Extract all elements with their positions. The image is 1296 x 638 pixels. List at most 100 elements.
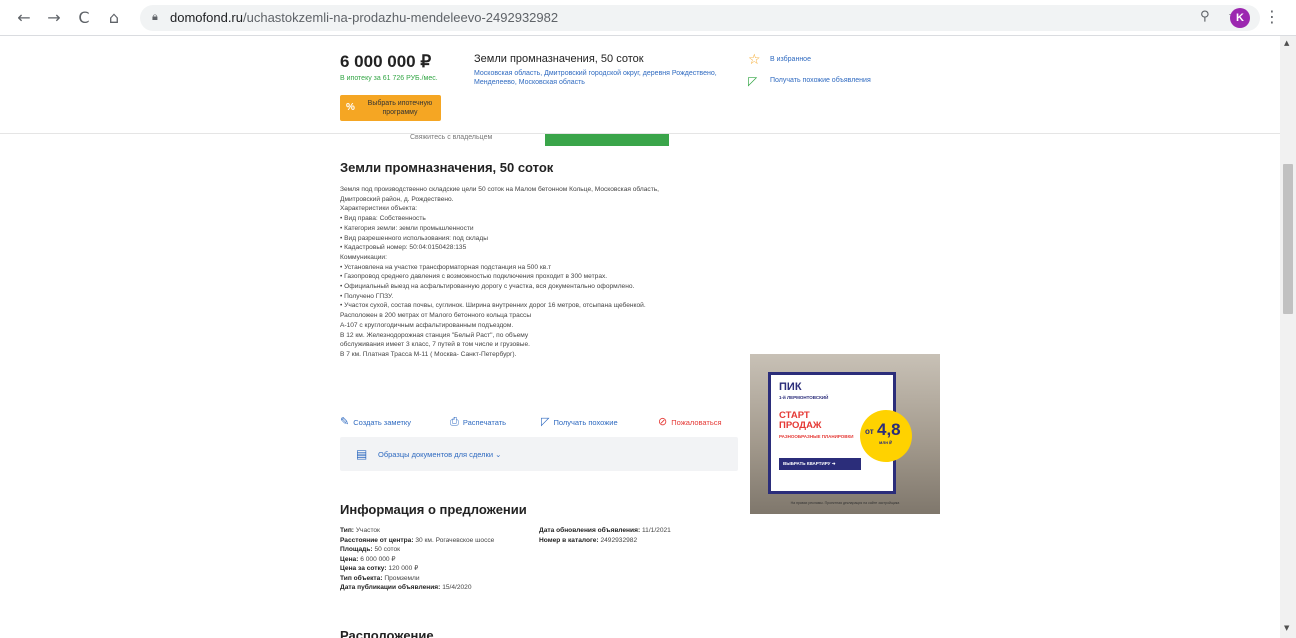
info-label: Расстояние от центра: xyxy=(340,536,414,544)
profile-avatar[interactable]: K xyxy=(1230,8,1250,28)
info-label: Дата обновления объявления: xyxy=(539,527,641,534)
info-row: Расстояние от центра: 30 км. Рогачевское… xyxy=(340,536,530,545)
info-value: 11/1/2021 xyxy=(641,527,671,534)
info-row: Цена: 6 000 000 ₽ xyxy=(340,555,530,564)
offer-info-right: Дата обновления объявления: 11/1/2021 Ном… xyxy=(539,526,739,545)
choose-mortgage-button[interactable]: % Выбрать ипотечную программу xyxy=(340,95,441,121)
add-to-favorites-link[interactable]: В избранное xyxy=(770,56,811,63)
description-line: обслуживания имеет 3 класс, 7 путей в то… xyxy=(340,341,530,349)
info-label: Тип: xyxy=(340,527,355,534)
info-row: Цена за сотку: 120 000 ₽ xyxy=(340,564,530,573)
description-line: • Газопровод среднего давления с возможн… xyxy=(340,273,608,281)
pencil-icon: ✎ xyxy=(340,415,350,428)
info-row: Тип: Участок xyxy=(340,526,530,535)
info-value: 50 соток xyxy=(374,546,401,553)
ad-price-from: от xyxy=(865,427,874,436)
description-line: • Кадастровый номер: 50:04:0150428:135 xyxy=(340,244,467,252)
location-section-title: Расположение xyxy=(340,628,434,638)
info-label: Тип объекта: xyxy=(340,574,383,582)
info-label: Цена: xyxy=(340,555,359,563)
contact-owner-label: Свяжитесь с владельцем xyxy=(410,134,493,141)
listing-actions: ✎ Создать заметку ⎙ Распечатать ◸ Получать … xyxy=(340,415,740,429)
header-location-link[interactable]: Московская область, Дмитровский городско… xyxy=(474,69,724,87)
get-similar-button[interactable]: ◸ Получать похожие xyxy=(541,415,618,428)
description-line: В 7 км. Платная Трасса М-11 ( Москва- Са… xyxy=(340,350,517,358)
description-line: В 12 км. Железнодорожная станция "Белый … xyxy=(340,331,529,339)
header-price: 6 000 000 ₽ xyxy=(340,52,432,71)
header-listing-title: Земли промназначения, 50 соток xyxy=(474,53,644,65)
similar-alert-icon: ◸ xyxy=(541,415,550,428)
info-value: 30 км. Рогачевское шоссе xyxy=(415,536,495,544)
ad-subtitle: 1-й ЛЕРМОНТОВСКИЙ xyxy=(779,395,829,400)
chevron-down-icon: ⌄ xyxy=(495,450,502,459)
print-button[interactable]: ⎙ Распечатать xyxy=(450,415,506,429)
ad-disclaimer: На правах рекламы. Проектная декларация … xyxy=(790,501,900,505)
forward-icon[interactable]: → xyxy=(44,8,64,28)
sticky-listing-header: 6 000 000 ₽ В ипотеку за 61 726 РУБ./мес… xyxy=(0,36,1280,134)
ad-banner[interactable]: ПИК 1-й ЛЕРМОНТОВСКИЙ СТАРТ ПРОДАЖ РАЗНО… xyxy=(750,354,940,514)
reload-icon[interactable]: C xyxy=(74,8,94,28)
description-line: Характеристики объекта: xyxy=(340,205,418,213)
ad-price-badge: от 4,8 млн ₽ xyxy=(860,410,912,462)
report-icon: ⊘ xyxy=(658,415,668,428)
page-scrollbar[interactable]: ▲ ▼ xyxy=(1280,36,1296,638)
info-row: Дата публикации объявления: 15/4/2020 xyxy=(340,583,530,592)
scroll-up-icon[interactable]: ▲ xyxy=(1284,39,1289,47)
mortgage-monthly-link[interactable]: В ипотеку за 61 726 РУБ./мес. xyxy=(340,75,438,82)
description-line: Расположен в 200 метрах от Малого бетонн… xyxy=(340,312,532,320)
address-bar[interactable]: 🔒︎ domofond.ru/uchastokzemli-na-prodazhu… xyxy=(140,5,1260,31)
scroll-down-icon[interactable]: ▼ xyxy=(1284,624,1289,632)
description-line: • Официальный выезд на асфальтированную … xyxy=(340,283,635,291)
description-line: • Получено ГПЗУ. xyxy=(340,292,394,300)
info-label: Цена за сотку: xyxy=(340,565,387,572)
info-row: Тип объекта: Промземли xyxy=(340,574,530,583)
listing-title: Земли промназначения, 50 соток xyxy=(340,160,554,175)
description-line: • Участок сухой, состав почвы, суглинок.… xyxy=(340,302,646,310)
browser-menu-icon[interactable]: ⋮ xyxy=(1264,7,1280,27)
document-samples-dropdown[interactable]: ▤ Образцы документов для сделки ⌄ xyxy=(340,437,738,471)
info-row: Номер в каталоге: 2492932982 xyxy=(539,536,739,545)
document-icon: ▤ xyxy=(356,447,368,461)
url-text[interactable]: domofond.ru/uchastokzemli-na-prodazhu-me… xyxy=(170,10,558,25)
back-icon[interactable]: ← xyxy=(14,8,34,28)
printer-icon: ⎙ xyxy=(450,415,459,428)
document-samples-label: Образцы документов для сделки ⌄ xyxy=(378,450,502,459)
create-note-button[interactable]: ✎ Создать заметку xyxy=(340,415,411,428)
offer-info-left: Тип: Участок Расстояние от центра: 30 км.… xyxy=(340,526,530,593)
mortgage-button-label: Выбрать ипотечную программу xyxy=(367,100,433,116)
similar-alert-icon[interactable]: ◸ xyxy=(748,74,757,88)
contact-button[interactable] xyxy=(545,134,669,146)
info-value: Промземли xyxy=(384,574,420,582)
ad-headline-2: ПРОДАЖ xyxy=(779,420,822,431)
info-row: Дата обновления объявления: 11/1/2021 xyxy=(539,526,739,535)
report-button[interactable]: ⊘ Пожаловаться xyxy=(658,415,722,428)
description-line: • Вид права: Собственность xyxy=(340,215,426,223)
description-line: А-107 с круглогодичным асфальтированным … xyxy=(340,321,514,329)
ad-logo: ПИК xyxy=(779,381,802,393)
description-line: • Установлена на участке трансформаторна… xyxy=(340,263,552,271)
offer-info-title: Информация о предложении xyxy=(340,502,527,517)
zoom-icon[interactable]: ⚲ xyxy=(1200,9,1210,24)
info-value: 6 000 000 ₽ xyxy=(360,555,396,563)
ad-choose-apartment-button[interactable]: ВЫБРАТЬ КВАРТИРУ ➜ xyxy=(779,458,861,470)
ad-price-unit: млн ₽ xyxy=(879,440,893,445)
info-value: Участок xyxy=(355,527,380,534)
info-label: Площадь: xyxy=(340,546,373,553)
info-label: Номер в каталоге: xyxy=(539,536,599,544)
info-label: Дата публикации объявления: xyxy=(340,584,441,591)
get-similar-listings-link[interactable]: Получать похожие объявления xyxy=(770,77,871,84)
description-line: • Вид разрешенного использования: под ск… xyxy=(340,234,488,242)
description-line: Земля под производственно складские цели… xyxy=(340,186,660,193)
home-icon[interactable]: ⌂ xyxy=(104,8,124,28)
info-value: 120 000 ₽ xyxy=(388,565,419,572)
description-line: Коммуникации: xyxy=(340,253,387,261)
ad-price-value: 4,8 xyxy=(877,420,901,439)
info-value: 2492932982 xyxy=(600,536,638,544)
browser-toolbar: ← → C ⌂ 🔒︎ domofond.ru/uchastokzemli-na-… xyxy=(0,0,1296,36)
ad-tagline: РАЗНООБРАЗНЫЕ ПЛАНИРОВКИ xyxy=(779,434,854,439)
listing-description: Земля под производственно складские цели… xyxy=(340,185,745,360)
favorite-star-icon[interactable]: ☆ xyxy=(748,52,761,68)
scrollbar-thumb[interactable] xyxy=(1283,164,1293,314)
info-row: Площадь: 50 соток xyxy=(340,545,530,554)
percent-icon: % xyxy=(346,102,355,113)
